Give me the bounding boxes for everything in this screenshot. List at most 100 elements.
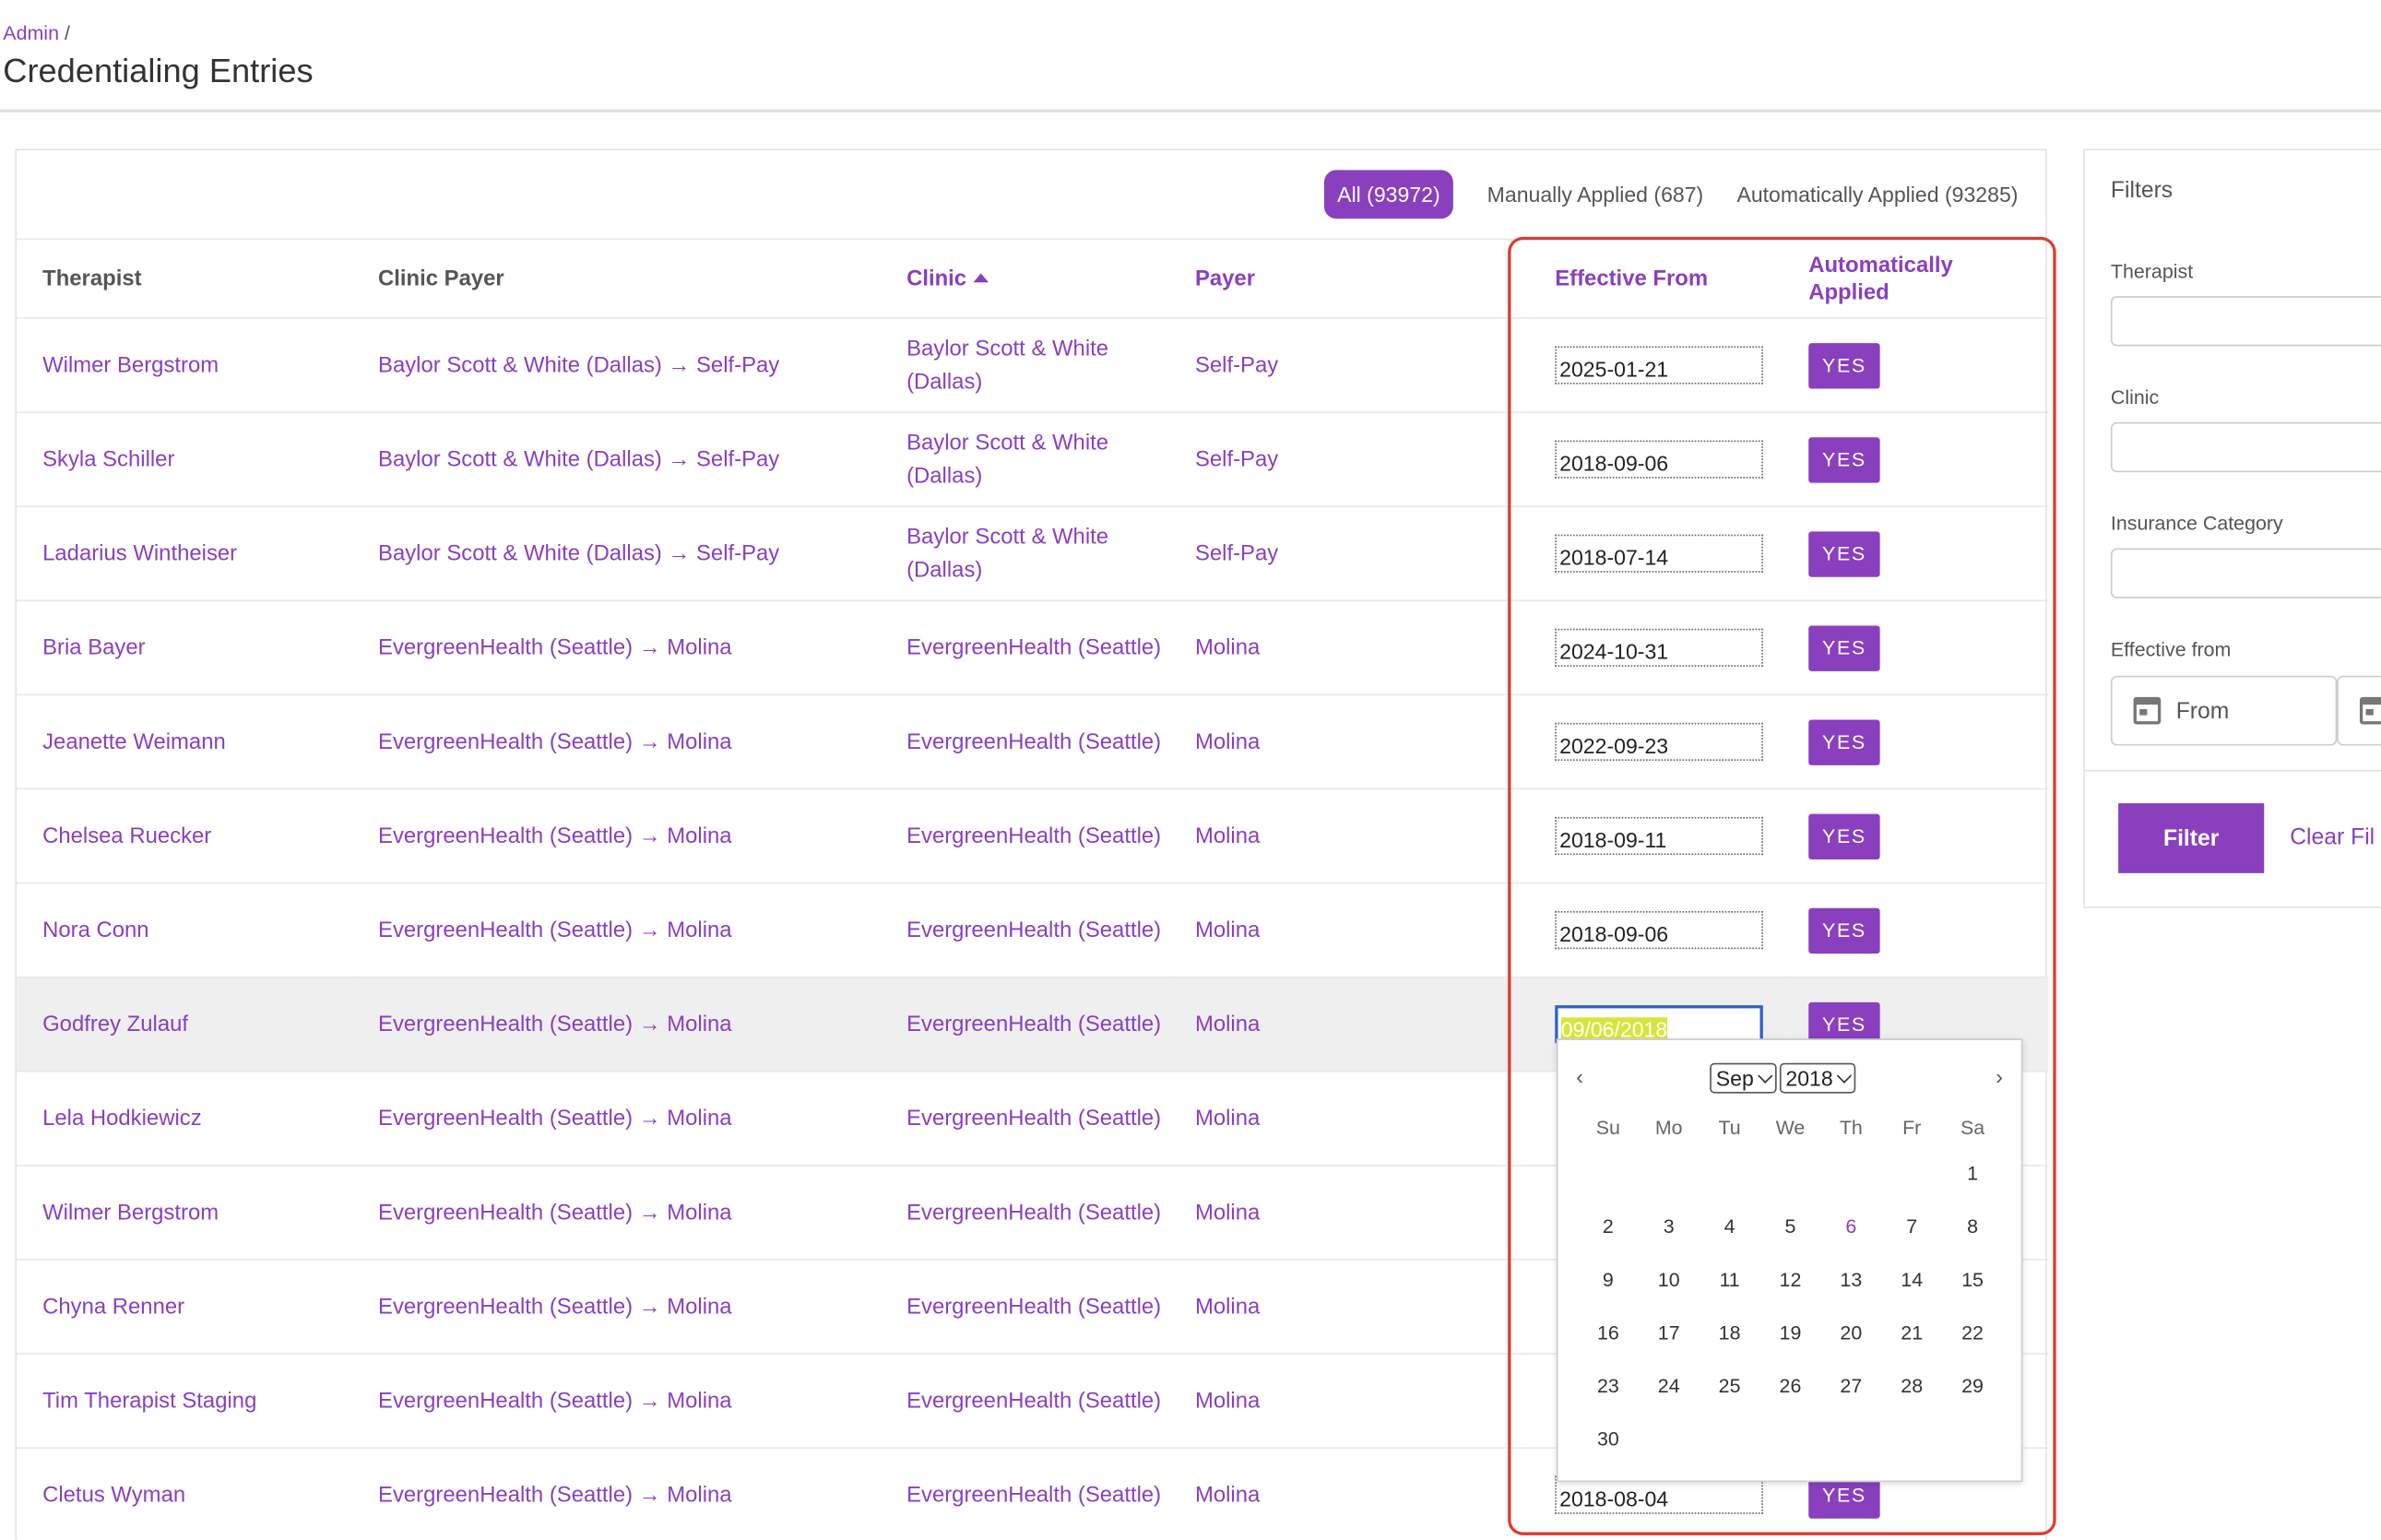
effective-from-input[interactable]: 2022-09-23 <box>1555 722 1763 761</box>
calendar-day[interactable]: 17 <box>1639 1306 1700 1359</box>
payer-link[interactable]: Molina <box>1168 1448 1530 1540</box>
clinic-link[interactable]: EvergreenHealth (Seattle) <box>881 1165 1169 1261</box>
clinic-link[interactable]: EvergreenHealth (Seattle) <box>881 694 1169 790</box>
clinic-filter-input[interactable] <box>2110 421 2381 473</box>
clinic-payer-link[interactable]: EvergreenHealth (Seattle) → Molina <box>352 1259 882 1355</box>
column-header-effective-from[interactable]: Effective From <box>1529 238 1791 319</box>
effective-from-input[interactable]: 09/06/2018 <box>1555 1005 1763 1044</box>
therapist-link[interactable]: Chyna Renner <box>17 1259 353 1355</box>
effective-from-input[interactable]: 2018-09-06 <box>1555 440 1763 479</box>
clinic-payer-link[interactable]: EvergreenHealth (Seattle) → Molina <box>352 1448 882 1540</box>
therapist-link[interactable]: Tim Therapist Staging <box>17 1354 353 1449</box>
calendar-day[interactable]: 18 <box>1700 1306 1760 1359</box>
clinic-payer-link[interactable]: EvergreenHealth (Seattle) → Molina <box>352 788 882 884</box>
breadcrumb-admin-link[interactable]: Admin <box>3 21 59 44</box>
therapist-link[interactable]: Jeanette Weimann <box>17 694 353 790</box>
payer-link[interactable]: Molina <box>1168 1354 1530 1449</box>
payer-link[interactable]: Molina <box>1168 1165 1530 1261</box>
calendar-day[interactable]: 9 <box>1578 1253 1639 1307</box>
payer-link[interactable]: Molina <box>1168 977 1530 1072</box>
payer-link[interactable]: Molina <box>1168 1071 1530 1167</box>
payer-link[interactable]: Molina <box>1168 788 1530 884</box>
effective-to-date-input[interactable] <box>2337 675 2381 746</box>
year-select[interactable]: 2018 <box>1779 1062 1856 1094</box>
therapist-link[interactable]: Ladarius Wintheiser <box>17 506 353 602</box>
calendar-day[interactable]: 30 <box>1578 1412 1639 1465</box>
yes-badge[interactable]: YES <box>1808 812 1880 859</box>
column-header-clinic[interactable]: Clinic <box>881 238 1169 319</box>
clinic-payer-link[interactable]: Baylor Scott & White (Dallas) → Self-Pay <box>352 317 882 413</box>
calendar-day[interactable]: 6 <box>1820 1200 1881 1253</box>
clinic-link[interactable]: EvergreenHealth (Seattle) <box>881 1354 1169 1449</box>
therapist-link[interactable]: Skyla Schiller <box>17 412 353 507</box>
clear-filters-link[interactable]: Clear Fil <box>2290 824 2375 850</box>
calendar-day[interactable]: 12 <box>1760 1253 1821 1307</box>
clinic-payer-link[interactable]: Baylor Scott & White (Dallas) → Self-Pay <box>352 412 882 507</box>
clinic-link[interactable]: EvergreenHealth (Seattle) <box>881 788 1169 884</box>
tab-all[interactable]: All (93972) <box>1323 170 1454 219</box>
therapist-link[interactable]: Nora Conn <box>17 883 353 978</box>
clinic-payer-link[interactable]: EvergreenHealth (Seattle) → Molina <box>352 883 882 978</box>
calendar-day[interactable]: 5 <box>1760 1200 1821 1253</box>
clinic-payer-link[interactable]: EvergreenHealth (Seattle) → Molina <box>352 1165 882 1261</box>
clinic-link[interactable]: EvergreenHealth (Seattle) <box>881 1448 1169 1540</box>
month-select[interactable]: Sep <box>1710 1062 1777 1094</box>
clinic-link[interactable]: EvergreenHealth (Seattle) <box>881 977 1169 1072</box>
calendar-day[interactable]: 7 <box>1881 1200 1942 1253</box>
therapist-link[interactable]: Lela Hodkiewicz <box>17 1071 353 1167</box>
calendar-day[interactable]: 26 <box>1760 1359 1821 1413</box>
effective-from-input[interactable]: 2018-07-14 <box>1555 534 1763 573</box>
calendar-day[interactable]: 4 <box>1700 1200 1760 1253</box>
calendar-day[interactable]: 2 <box>1578 1200 1639 1253</box>
next-month-button[interactable]: › <box>1996 1064 2003 1088</box>
effective-from-input[interactable]: 2018-09-11 <box>1555 816 1763 856</box>
calendar-day[interactable]: 16 <box>1578 1306 1639 1359</box>
therapist-link[interactable]: Godfrey Zulauf <box>17 977 353 1072</box>
calendar-day[interactable]: 21 <box>1881 1306 1942 1359</box>
calendar-day[interactable]: 10 <box>1639 1253 1700 1307</box>
yes-badge[interactable]: YES <box>1808 342 1880 388</box>
clinic-payer-link[interactable]: Baylor Scott & White (Dallas) → Self-Pay <box>352 506 882 602</box>
calendar-day[interactable]: 27 <box>1820 1359 1881 1413</box>
calendar-day[interactable]: 14 <box>1881 1253 1942 1307</box>
prev-month-button[interactable]: ‹ <box>1576 1064 1583 1088</box>
payer-link[interactable]: Self-Pay <box>1168 412 1530 507</box>
calendar-day[interactable]: 3 <box>1639 1200 1700 1253</box>
calendar-day[interactable]: 20 <box>1820 1306 1881 1359</box>
clinic-payer-link[interactable]: EvergreenHealth (Seattle) → Molina <box>352 1354 882 1449</box>
effective-from-input[interactable]: 2018-09-06 <box>1555 911 1763 950</box>
yes-badge[interactable]: YES <box>1808 906 1880 954</box>
payer-link[interactable]: Self-Pay <box>1168 506 1530 602</box>
insurance-category-filter-input[interactable] <box>2110 548 2381 598</box>
payer-link[interactable]: Molina <box>1168 600 1530 696</box>
filter-button[interactable]: Filter <box>2118 803 2265 873</box>
yes-badge[interactable]: YES <box>1808 530 1880 576</box>
column-header-payer[interactable]: Payer <box>1168 238 1530 319</box>
effective-from-input[interactable]: 2024-10-31 <box>1555 628 1763 667</box>
calendar-day[interactable]: 25 <box>1700 1359 1760 1413</box>
therapist-link[interactable]: Wilmer Bergstrom <box>17 317 353 413</box>
yes-badge[interactable]: YES <box>1808 718 1880 765</box>
clinic-payer-link[interactable]: EvergreenHealth (Seattle) → Molina <box>352 694 882 790</box>
calendar-day[interactable]: 29 <box>1942 1359 2003 1413</box>
clinic-link[interactable]: Baylor Scott & White (Dallas) <box>881 506 1169 602</box>
calendar-day[interactable]: 23 <box>1578 1359 1639 1413</box>
calendar-day[interactable]: 1 <box>1942 1146 2003 1200</box>
therapist-link[interactable]: Cletus Wyman <box>17 1448 353 1540</box>
calendar-day[interactable]: 28 <box>1881 1359 1942 1413</box>
clinic-link[interactable]: Baylor Scott & White (Dallas) <box>881 317 1169 413</box>
payer-link[interactable]: Molina <box>1168 883 1530 978</box>
tab-automatically-applied[interactable]: Automatically Applied (93285) <box>1736 170 2018 219</box>
clinic-payer-link[interactable]: EvergreenHealth (Seattle) → Molina <box>352 977 882 1072</box>
therapist-link[interactable]: Wilmer Bergstrom <box>17 1165 353 1261</box>
payer-link[interactable]: Molina <box>1168 1259 1530 1355</box>
calendar-day[interactable]: 11 <box>1700 1253 1760 1307</box>
column-header-automatically-applied[interactable]: Automatically Applied <box>1790 238 2049 319</box>
calendar-day[interactable]: 8 <box>1942 1200 2003 1253</box>
therapist-link[interactable]: Chelsea Ruecker <box>17 788 353 884</box>
effective-from-input[interactable]: 2025-01-21 <box>1555 346 1763 385</box>
tab-manually-applied[interactable]: Manually Applied (687) <box>1487 170 1704 219</box>
clinic-payer-link[interactable]: EvergreenHealth (Seattle) → Molina <box>352 1071 882 1167</box>
calendar-day[interactable]: 13 <box>1820 1253 1881 1307</box>
therapist-filter-input[interactable] <box>2110 296 2381 347</box>
